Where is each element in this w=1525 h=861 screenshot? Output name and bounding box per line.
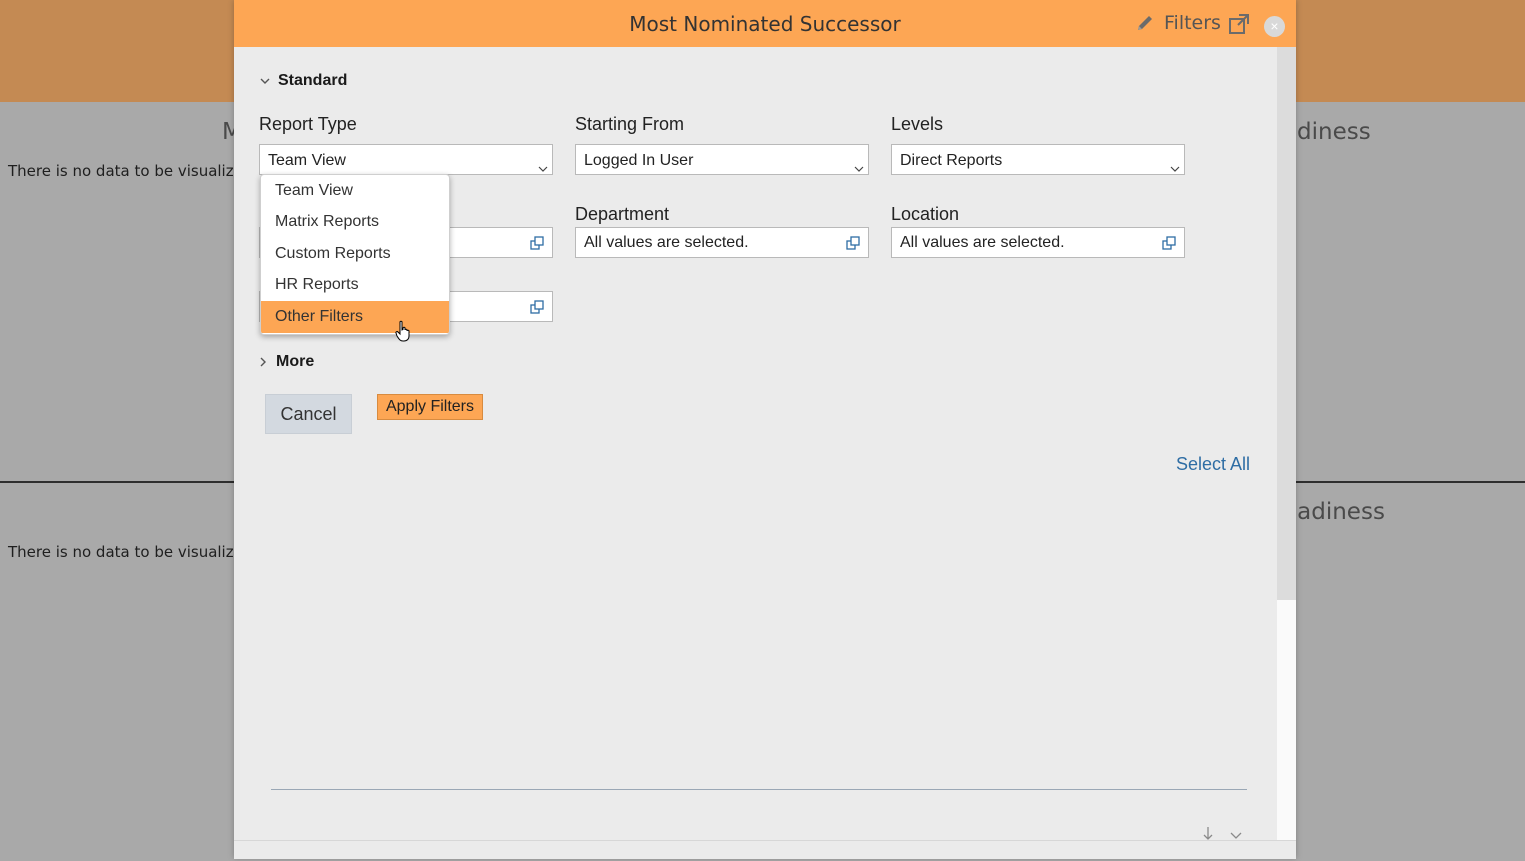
- select-value: Logged In User: [584, 152, 694, 169]
- report-type-select[interactable]: Team View: [259, 144, 553, 175]
- popout-icon[interactable]: [1228, 13, 1250, 35]
- hand-cursor-icon: [395, 320, 410, 342]
- multi-select-icon[interactable]: [1162, 236, 1176, 250]
- filters-modal: Most Nominated Successor Filters × Stand…: [234, 0, 1296, 859]
- multi-select-icon[interactable]: [530, 236, 544, 250]
- panel-title-fragment: eadiness: [1283, 499, 1385, 525]
- location-label: Location: [891, 204, 960, 224]
- multi-select-icon[interactable]: [530, 300, 544, 314]
- chevron-down-icon: [538, 166, 548, 172]
- section-label: More: [276, 353, 315, 370]
- location-field[interactable]: All values are selected.: [891, 227, 1185, 258]
- levels-label: Levels: [891, 114, 944, 134]
- no-data-message: There is no data to be visualized.: [8, 162, 258, 180]
- no-data-message: There is no data to be visualized.: [8, 543, 258, 561]
- dropdown-option-custom-reports[interactable]: Custom Reports: [261, 238, 449, 270]
- department-label: Department: [575, 204, 670, 224]
- levels-select[interactable]: Direct Reports: [891, 144, 1185, 175]
- filters-header-label[interactable]: Filters: [1164, 12, 1221, 34]
- chevron-right-icon: [260, 357, 266, 367]
- dropdown-option-other-filters[interactable]: Other Filters: [261, 301, 449, 333]
- dropdown-option-matrix-reports[interactable]: Matrix Reports: [261, 206, 449, 238]
- starting-from-select[interactable]: Logged In User: [575, 144, 869, 175]
- select-value: Team View: [268, 152, 346, 169]
- field-value: All values are selected.: [584, 234, 749, 251]
- scrollbar-thumb[interactable]: [1277, 47, 1296, 600]
- modal-body: Standard Report Type Team View Starting …: [234, 47, 1277, 840]
- field-value: All values are selected.: [900, 234, 1065, 251]
- select-all-link[interactable]: Select All: [1176, 454, 1250, 475]
- chevron-down-icon: [1170, 166, 1180, 172]
- panel-title-fragment: diness: [1297, 119, 1371, 145]
- department-field[interactable]: All values are selected.: [575, 227, 869, 258]
- report-type-label: Report Type: [259, 114, 357, 134]
- dropdown-option-hr-reports[interactable]: HR Reports: [261, 269, 449, 301]
- download-icon[interactable]: [1200, 825, 1250, 841]
- modal-footer: [234, 840, 1296, 859]
- divider: [271, 789, 1247, 790]
- report-type-dropdown-list: Team View Matrix Reports Custom Reports …: [260, 174, 450, 335]
- modal-header: Most Nominated Successor Filters ×: [234, 0, 1296, 47]
- chevron-down-icon: [854, 166, 864, 172]
- more-section-toggle[interactable]: More: [258, 353, 314, 371]
- apply-filters-button[interactable]: Apply Filters: [377, 394, 483, 420]
- starting-from-label: Starting From: [575, 114, 685, 134]
- chevron-down-icon: [260, 78, 270, 84]
- pencil-icon[interactable]: [1134, 12, 1156, 34]
- standard-section-toggle[interactable]: Standard: [260, 72, 347, 90]
- close-icon[interactable]: ×: [1264, 16, 1285, 37]
- scrollbar-track[interactable]: [1277, 600, 1296, 840]
- select-value: Direct Reports: [900, 152, 1003, 169]
- dropdown-option-team-view[interactable]: Team View: [261, 175, 449, 207]
- multi-select-icon[interactable]: [846, 236, 860, 250]
- cancel-button[interactable]: Cancel: [265, 394, 352, 434]
- section-label: Standard: [278, 72, 348, 89]
